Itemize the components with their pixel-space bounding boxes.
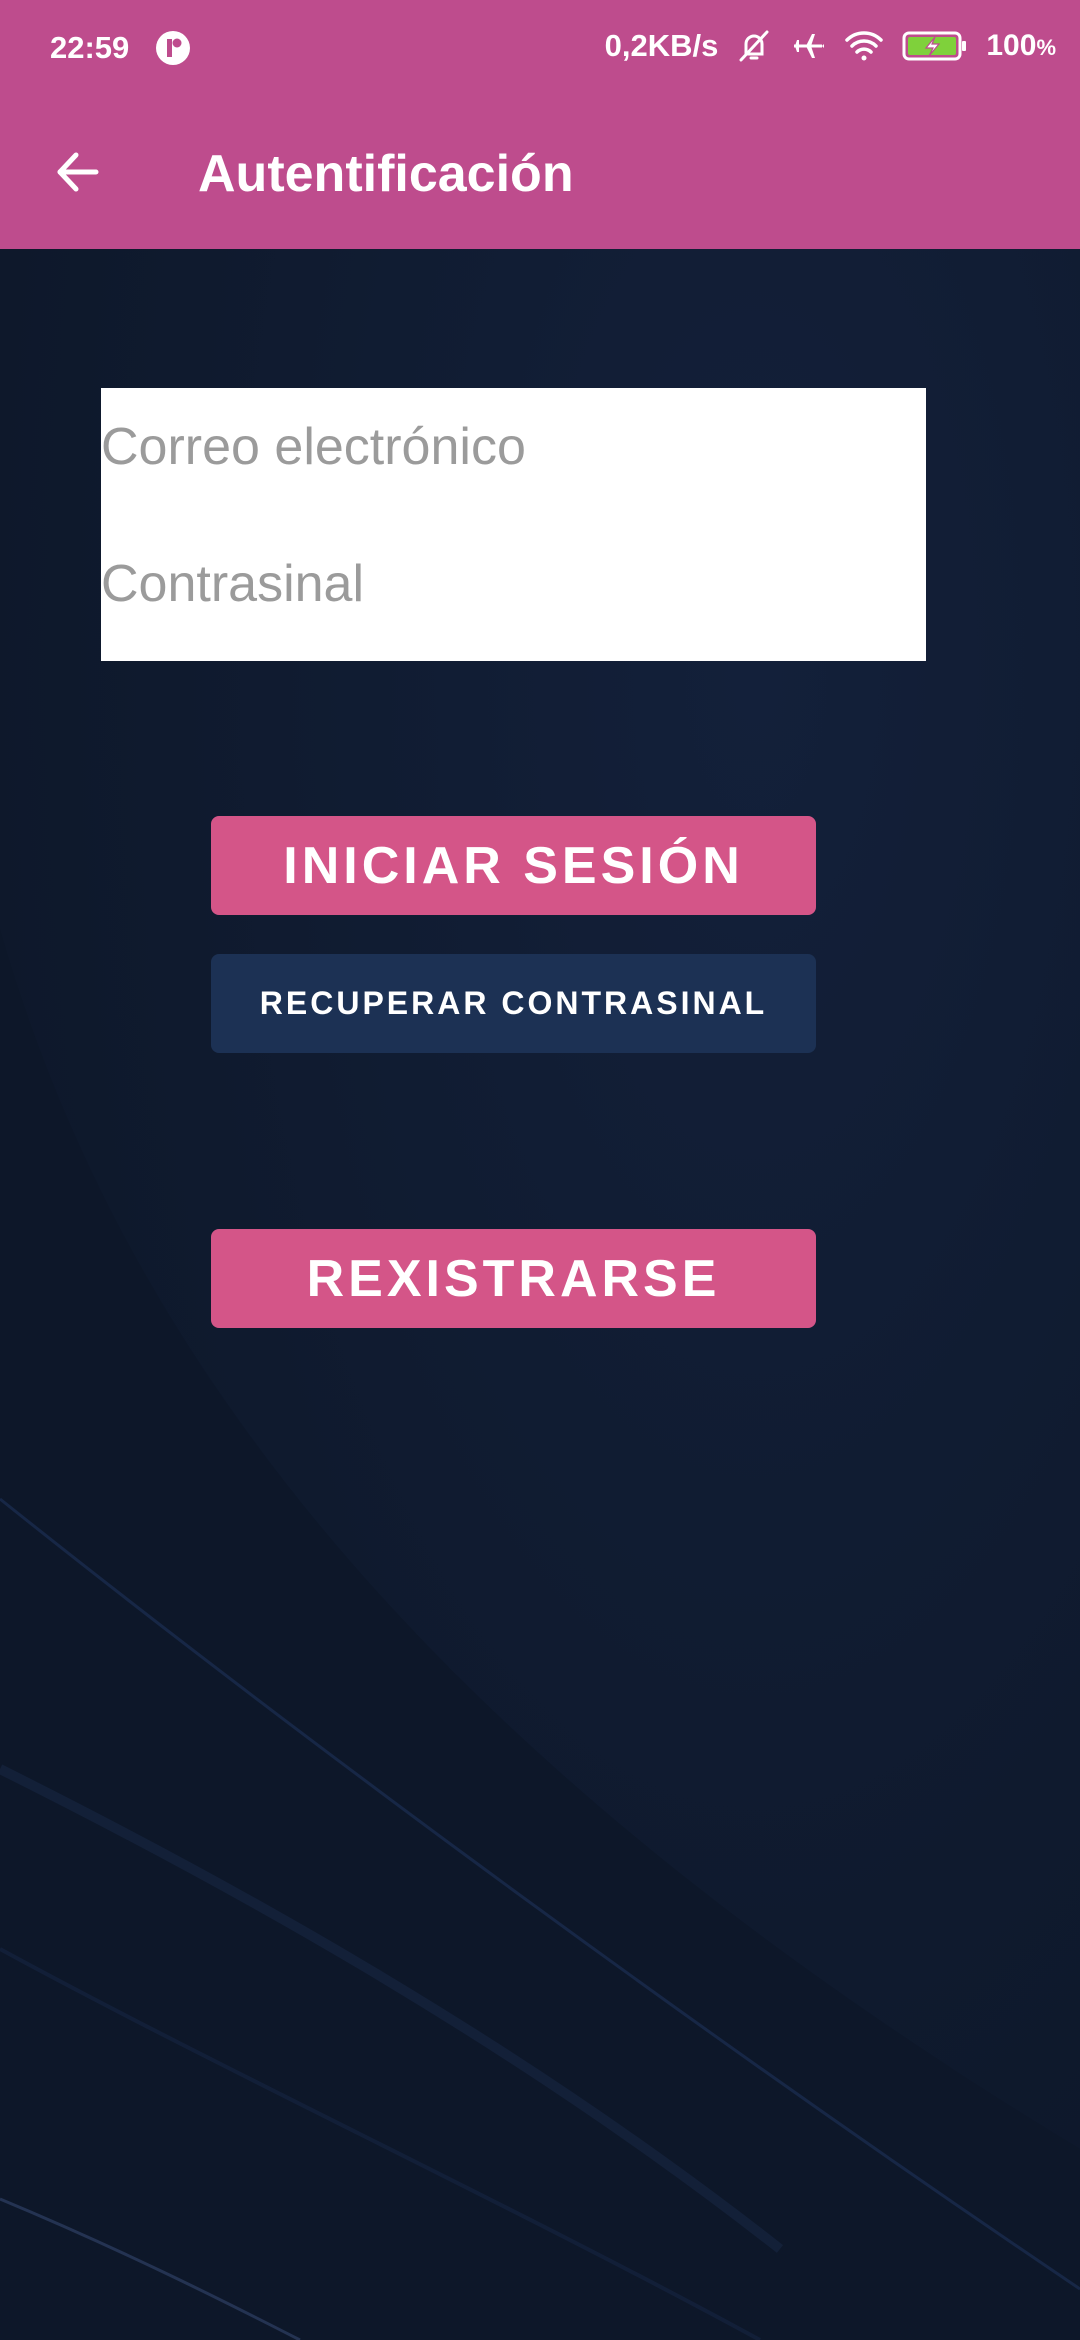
- status-bar: 22:59 0,2KB/s 100%: [0, 0, 1080, 98]
- login-screen: INICIAR SESIÓN RECUPERAR CONTRASINAL REX…: [0, 249, 1080, 2340]
- status-indicators: 0,2KB/s 100%: [605, 28, 1056, 64]
- recover-password-button[interactable]: RECUPERAR CONTRASINAL: [211, 954, 816, 1053]
- toolbar: Autentificación: [0, 98, 1080, 249]
- register-button[interactable]: REXISTRARSE: [211, 1229, 816, 1328]
- login-form: [101, 388, 926, 661]
- email-field[interactable]: [101, 392, 926, 502]
- wifi-icon: [844, 28, 884, 64]
- password-field[interactable]: [101, 529, 926, 639]
- airplane-icon: [790, 28, 826, 64]
- battery-charging-icon: [902, 28, 968, 64]
- back-button[interactable]: [40, 136, 116, 212]
- bell-off-icon: [736, 28, 772, 64]
- battery-percent: 100%: [986, 29, 1056, 62]
- status-time: 22:59: [50, 30, 130, 65]
- app-notification-icon: [155, 30, 191, 66]
- arrow-left-icon: [52, 146, 104, 203]
- page-title: Autentificación: [198, 145, 574, 203]
- network-speed: 0,2KB/s: [604, 28, 719, 63]
- app-bar: 22:59 0,2KB/s 100% Autentificación: [0, 0, 1080, 249]
- login-button[interactable]: INICIAR SESIÓN: [211, 816, 816, 915]
